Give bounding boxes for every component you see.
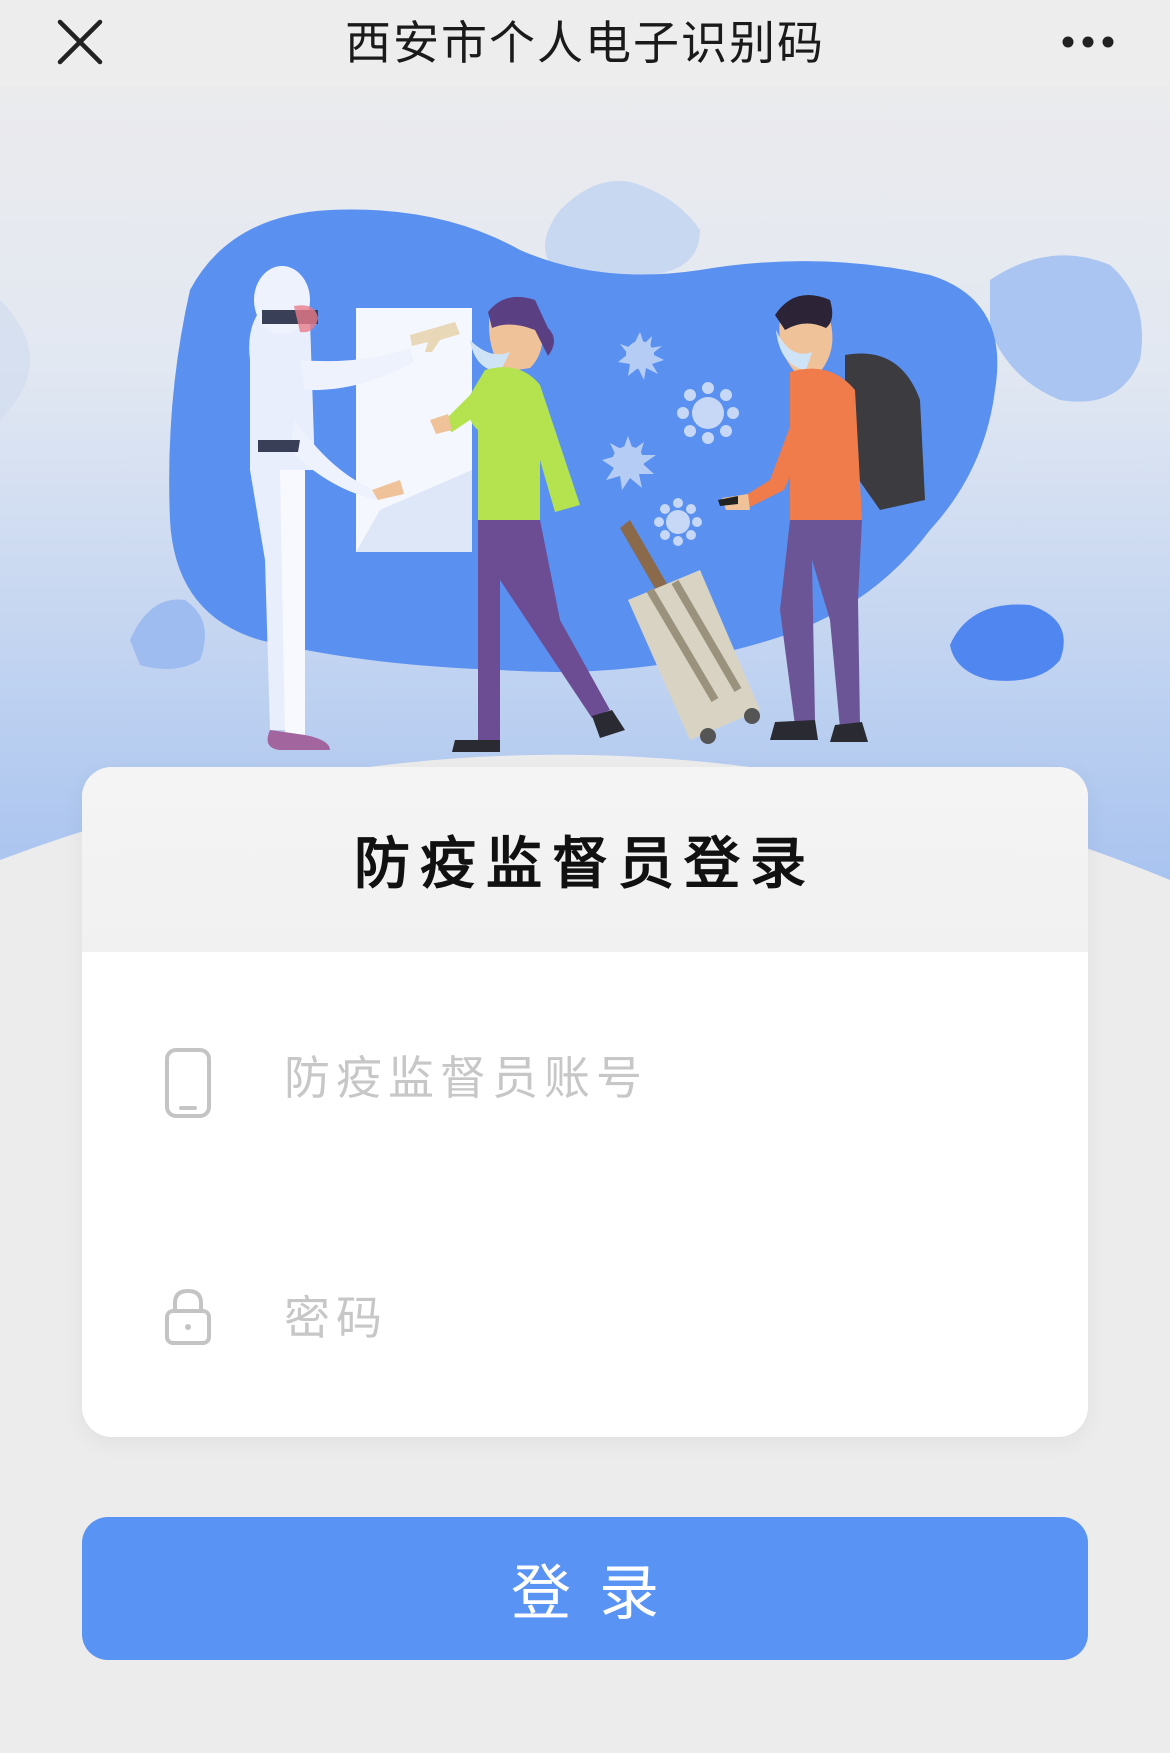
lock-icon [165, 1288, 211, 1345]
app-title: 西安市个人电子识别码 [345, 16, 825, 70]
login-card-header: 防疫监督员登录 [82, 767, 1088, 952]
more-icon [1062, 36, 1114, 48]
password-field [82, 1257, 1088, 1377]
login-card: 防疫监督员登录 [82, 767, 1088, 1437]
login-button[interactable]: 登录 [82, 1517, 1088, 1660]
account-field [82, 1017, 1088, 1137]
password-input[interactable] [282, 1277, 1026, 1359]
close-button[interactable] [52, 14, 108, 70]
virus-icon [677, 382, 739, 444]
more-button[interactable] [1056, 22, 1120, 62]
temperature-check-illustration [0, 86, 1170, 880]
login-title: 防疫监督员登录 [354, 832, 816, 897]
top-nav-bar: 西安市个人电子识别码 [0, 0, 1170, 86]
phone-icon [165, 1048, 211, 1118]
close-icon [57, 19, 103, 65]
account-input[interactable] [282, 1037, 1026, 1119]
